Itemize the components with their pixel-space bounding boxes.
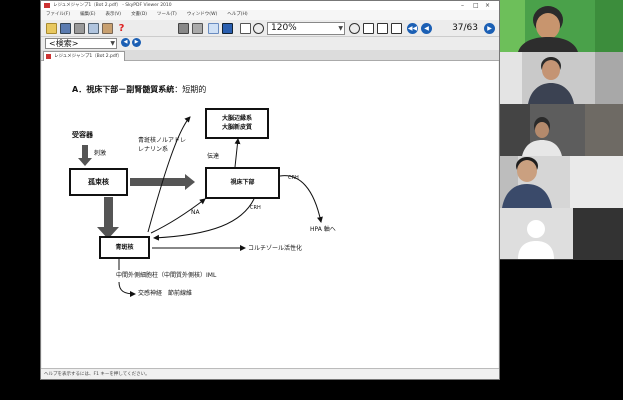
search-dropdown-icon[interactable]: ▼ [110, 39, 115, 49]
menu-bar: ファイル(F) 編集(E) 表示(V) 文書(D) ツール(T) ウィンドウ(W) ヘルプ(… [41, 10, 499, 20]
label-stimulus: 刺激 [94, 150, 107, 157]
menu-file[interactable]: ファイル(F) [41, 10, 75, 20]
avatar-placeholder [500, 208, 573, 259]
video-tile-participant-5[interactable] [500, 208, 623, 260]
print-icon[interactable] [74, 23, 85, 34]
box-locus-coeruleus: 青斑核 [99, 236, 150, 259]
default-avatar-icon [518, 220, 554, 259]
minimize-icon[interactable]: – [461, 1, 464, 10]
text-select-icon[interactable] [222, 23, 233, 34]
label-sympathetic: 交感神経 節前線維 [138, 290, 193, 297]
search-next-icon[interactable]: ▶ [132, 38, 141, 47]
help-icon[interactable]: ? [116, 23, 127, 34]
hypothalamus-to-cortex-arrow [234, 138, 241, 168]
open-folder-icon[interactable] [46, 23, 57, 34]
chevron-down-icon: ▼ [338, 25, 343, 32]
box-cortex: 大脳辺縁系 大脳新皮質 [205, 108, 269, 139]
page-view-icon[interactable] [240, 23, 251, 34]
search-bar: <検索> ▼ ◀ ▶ [41, 37, 499, 50]
box-cortex-line1: 大脳辺縁系 [221, 115, 252, 122]
label-blue-spot-na-2: レナリン系 [138, 146, 169, 153]
document-tab-strip: レジュメジャンプ1（Bot 2.pdf） [41, 50, 499, 61]
box-solitary-nucleus: 孤束核 [69, 168, 128, 196]
box-hypothalamus: 視床下部 [205, 167, 280, 199]
diagram-arrows [78, 116, 323, 297]
hypothalamus-to-coeruleus-crh-arrow [153, 198, 255, 241]
box-cortex-line2: 大脳新皮質 [221, 124, 252, 131]
iml-to-sympathetic-arrow [118, 281, 136, 297]
label-lateral-bundle: 中間外側細胞柱（中間質外側核）IML [116, 272, 217, 279]
box-locus-coeruleus-label: 青斑核 [115, 244, 134, 251]
document-tab-label: レジュメジャンプ1（Bot 2.pdf） [54, 54, 122, 59]
select-cursor-icon[interactable] [208, 23, 219, 34]
pdf-viewer-window: レジュメジャンプ1（Bot 2.pdf） - SkyPDF Viewer 201… [40, 0, 500, 380]
label-na: NA [191, 209, 200, 216]
zoom-in-icon[interactable] [349, 23, 360, 34]
title-bar: レジュメジャンプ1（Bot 2.pdf） - SkyPDF Viewer 201… [41, 1, 499, 10]
menu-edit[interactable]: 編集(E) [75, 10, 100, 20]
menu-window[interactable]: ウィンドウ(W) [182, 10, 222, 20]
menu-view[interactable]: 表示(V) [100, 10, 126, 20]
box-hypothalamus-label: 視床下部 [230, 179, 255, 186]
participant-4-video [500, 156, 623, 208]
label-crh-mid: CRH [250, 205, 261, 211]
status-bar: ヘルプを表示するには、F1 キーを押してください。 [41, 368, 499, 379]
video-tile-participant-1[interactable] [500, 0, 623, 52]
page-indicator[interactable]: 37/63 [438, 21, 478, 35]
label-blue-spot-na-1: 青斑核ノルアドレ [138, 137, 187, 144]
video-tile-participant-2[interactable] [500, 52, 623, 104]
participant-2-video [500, 52, 623, 104]
receptor-to-nucleus-arrow [78, 145, 92, 166]
participant-3-video [500, 104, 623, 156]
maximize-icon[interactable]: □ [473, 1, 479, 10]
label-cortisol: コルチゾール活性化 [248, 245, 303, 252]
zoom-select[interactable]: 120% ▼ [267, 22, 345, 35]
zoom-value: 120% [271, 23, 297, 33]
fit-width-icon[interactable] [377, 23, 388, 34]
previous-page-icon[interactable]: ◀ [421, 23, 432, 34]
search-input[interactable]: <検索> ▼ [45, 38, 117, 49]
menu-document[interactable]: 文書(D) [126, 10, 152, 20]
actual-size-icon[interactable] [391, 23, 402, 34]
menu-help[interactable]: ヘルプ(H) [222, 10, 252, 20]
box-solitary-nucleus-label: 孤束核 [88, 178, 109, 186]
window-title: レジュメジャンプ1（Bot 2.pdf） - SkyPDF Viewer 201… [53, 3, 172, 8]
app-icon [44, 3, 50, 8]
status-text: ヘルプを表示するには、F1 キーを押してください。 [44, 372, 150, 377]
properties-icon[interactable] [102, 23, 113, 34]
page-layout-icon[interactable] [192, 23, 203, 34]
label-crh-top: CRH [288, 175, 299, 181]
menu-tools[interactable]: ツール(T) [152, 10, 182, 20]
label-transmission: 伝達 [207, 153, 220, 160]
save-icon[interactable] [60, 23, 71, 34]
nucleus-to-coeruleus-arrow [97, 197, 119, 239]
label-receptor: 受容器 [72, 131, 93, 139]
document-page: A．視床下部－副腎髄質系統：短期的 受容器 刺激 孤束核 大脳辺縁系 大脳新皮質… [42, 61, 498, 368]
screen: レジュメジャンプ1（Bot 2.pdf） - SkyPDF Viewer 201… [0, 0, 623, 400]
participant-1-video [500, 0, 623, 52]
first-page-icon[interactable]: ◀◀ [407, 23, 418, 34]
toolbar: ? 120% ▼ ◀◀ ◀ 37/63 ▶ [41, 20, 499, 37]
crh-to-hpa-arrow [279, 175, 323, 223]
mail-icon[interactable] [88, 23, 99, 34]
document-tab[interactable]: レジュメジャンプ1（Bot 2.pdf） [43, 51, 125, 61]
video-tile-participant-4[interactable] [500, 156, 623, 208]
search-previous-icon[interactable]: ◀ [121, 38, 130, 47]
fit-page-icon[interactable] [363, 23, 374, 34]
pdf-icon [46, 54, 51, 59]
zoom-out-icon[interactable] [253, 23, 264, 34]
search-value: <検索> [49, 39, 79, 48]
label-hpa-axis: HPA 軸へ [310, 226, 336, 233]
next-page-icon[interactable]: ▶ [484, 23, 495, 34]
close-icon[interactable]: × [485, 1, 490, 10]
video-tile-participant-3[interactable] [500, 104, 623, 156]
scan-icon[interactable] [178, 23, 189, 34]
